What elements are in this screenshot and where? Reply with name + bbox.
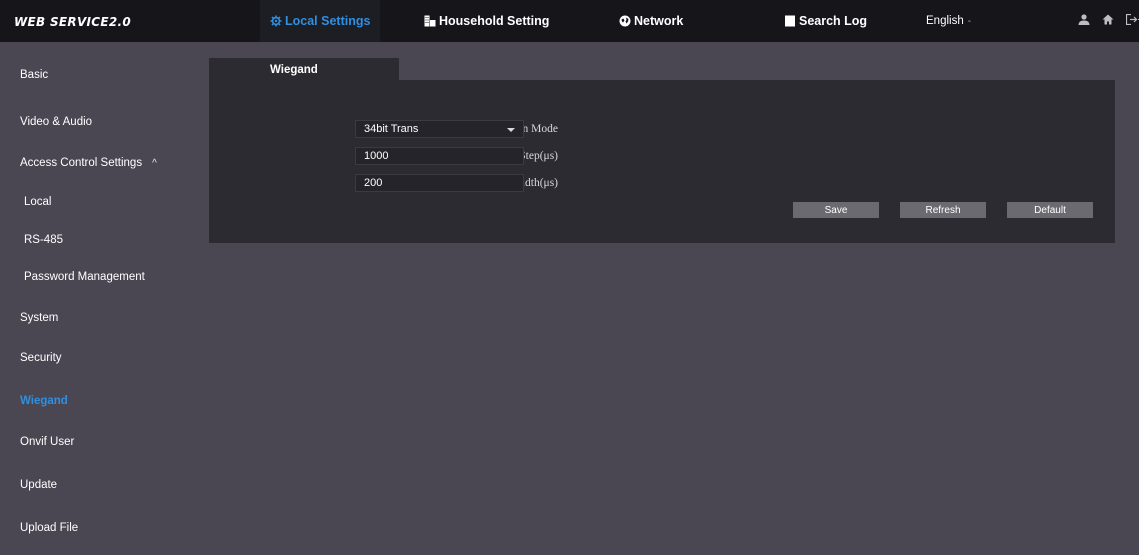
default-button[interactable]: Default (1007, 202, 1093, 218)
tab-wiegand[interactable]: Wiegand (209, 58, 399, 81)
document-icon (784, 15, 796, 27)
dropdown-arrow-icon (507, 128, 515, 132)
sidebar-item-upload-file[interactable]: Upload File (0, 508, 200, 548)
nav-local-settings[interactable]: Local Settings (260, 0, 381, 42)
sidebar-item-access-control-settings[interactable]: Access Control Settings ^ (0, 143, 200, 183)
pulse-width-input[interactable]: 200 (355, 174, 524, 192)
nav-household-setting[interactable]: Household Setting (424, 0, 549, 42)
nav-local-settings-label: Local Settings (285, 14, 371, 28)
top-bar: WEB SERVICE2.0 Local Settings Household … (0, 0, 1139, 42)
nav-search-log-label: Search Log (799, 14, 868, 28)
sidebar-item-label: Local (24, 196, 52, 208)
save-button[interactable]: Save (793, 202, 879, 218)
sidebar-item-password-management[interactable]: Password Management (0, 257, 200, 297)
sidebar-item-label: Onvif User (20, 436, 75, 448)
transmission-mode-select[interactable]: 34bit Trans (355, 120, 524, 138)
nav-search-log[interactable]: Search Log (784, 0, 867, 42)
transmission-mode-row: Transmission Mode 34bit Trans (209, 120, 1115, 138)
sidebar-item-label: System (20, 312, 59, 324)
nav-network-label: Network (634, 14, 684, 28)
nav-household-setting-label: Household Setting (439, 14, 550, 28)
building-icon (424, 15, 436, 27)
sidebar-item-label: Upload File (20, 522, 79, 534)
sidebar: Basic Video & Audio Access Control Setti… (0, 42, 200, 555)
transmission-mode-value: 34bit Trans (364, 123, 419, 135)
user-icon[interactable] (1078, 14, 1090, 28)
sidebar-item-label: Wiegand (20, 395, 68, 407)
top-icons (1078, 0, 1139, 42)
sidebar-item-label: Update (20, 479, 58, 491)
language-caret: - (967, 15, 972, 27)
sidebar-item-basic[interactable]: Basic (0, 55, 200, 95)
language-select[interactable]: English - (926, 0, 971, 42)
gear-icon (270, 15, 282, 27)
language-label: English (926, 15, 964, 27)
globe-icon (619, 15, 631, 27)
logout-icon[interactable] (1125, 13, 1139, 28)
refresh-button[interactable]: Refresh (900, 202, 986, 218)
sidebar-item-video-audio[interactable]: Video & Audio (0, 102, 200, 142)
sidebar-item-label: RS-485 (24, 234, 63, 246)
sidebar-item-security[interactable]: Security (0, 338, 200, 378)
pulse-width-row: Pulse Width(μs) 200 (209, 174, 1115, 192)
sidebar-item-label: Security (20, 352, 62, 364)
wiegand-panel: Transmission Mode 34bit Trans Pulse Step… (209, 80, 1115, 243)
pulse-step-input[interactable]: 1000 (355, 147, 524, 165)
sidebar-item-label: Basic (20, 69, 49, 81)
sidebar-item-local[interactable]: Local (0, 182, 200, 222)
nav-network[interactable]: Network (619, 0, 683, 42)
sidebar-item-onvif-user[interactable]: Onvif User (0, 422, 200, 462)
sidebar-item-label: Video & Audio (20, 116, 93, 128)
pulse-step-row: Pulse Step(μs) 1000 (209, 147, 1115, 165)
sidebar-item-system[interactable]: System (0, 298, 200, 338)
sidebar-item-update[interactable]: Update (0, 465, 200, 505)
brand-logo: WEB SERVICE2.0 (14, 15, 132, 29)
sidebar-item-rs485[interactable]: RS-485 (0, 220, 200, 260)
chevron-up-icon: ^ (152, 157, 157, 169)
home-icon[interactable] (1102, 14, 1114, 28)
sidebar-item-label: Password Management (24, 271, 145, 283)
sidebar-item-wiegand[interactable]: Wiegand (0, 381, 200, 421)
sidebar-item-label: Access Control Settings (20, 157, 143, 169)
